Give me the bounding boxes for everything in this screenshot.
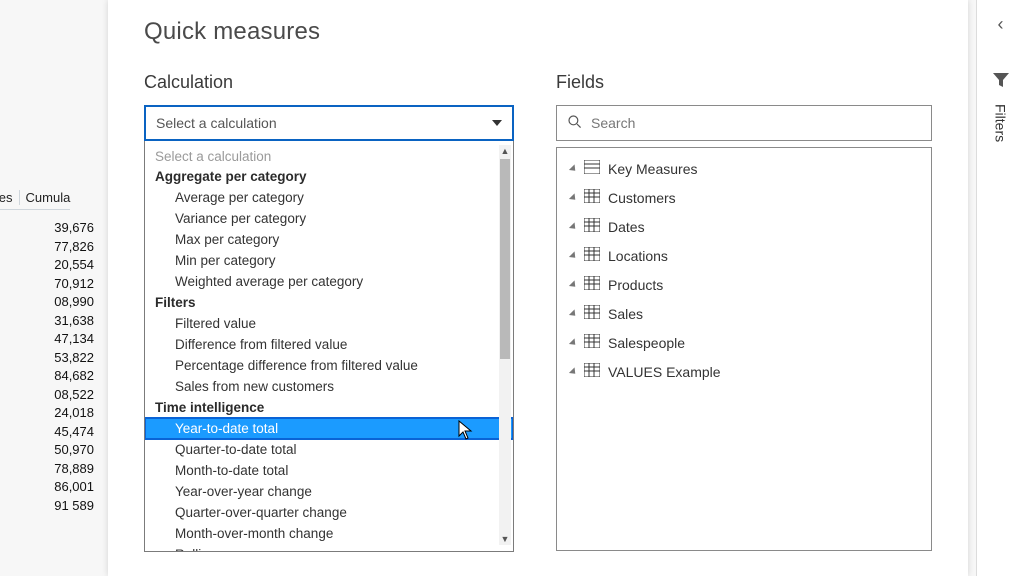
field-label: Locations (608, 248, 668, 264)
field-row-customers[interactable]: Customers (557, 183, 931, 212)
bg-values: 39,676 77,826 20,554 70,912 08,990 31,63… (0, 220, 102, 513)
fields-label: Fields (556, 72, 932, 93)
table-icon (584, 189, 600, 206)
bg-col-cumulative: Cumula (26, 190, 71, 205)
table-icon (584, 276, 600, 293)
field-label: Key Measures (608, 161, 697, 177)
dropdown-group-aggregate: Aggregate per category (145, 166, 513, 187)
bg-col-sales: Sales (0, 190, 20, 205)
chevron-right-icon (569, 309, 578, 318)
fields-column: Fields Search Key Measures (556, 72, 932, 552)
chevron-right-icon (569, 251, 578, 260)
chevron-down-icon (492, 120, 502, 126)
chevron-right-icon (569, 338, 578, 347)
field-label: Salespeople (608, 335, 685, 351)
dropdown-item[interactable]: Year-over-year change (145, 481, 513, 502)
filters-rail-label[interactable]: Filters (993, 104, 1009, 142)
chevron-right-icon (569, 280, 578, 289)
field-label: Dates (608, 219, 645, 235)
table-icon (584, 247, 600, 264)
chevron-right-icon (569, 164, 578, 173)
dropdown-item[interactable]: Min per category (145, 250, 513, 271)
calculation-column: Calculation Select a calculation Select … (144, 72, 514, 552)
filters-rail: ‹ Filters (976, 0, 1024, 576)
expand-rail-button[interactable]: ‹ (998, 14, 1004, 35)
search-placeholder: Search (591, 115, 635, 131)
dropdown-item[interactable]: Difference from filtered value (145, 334, 513, 355)
chevron-right-icon (569, 193, 578, 202)
calculation-label: Calculation (144, 72, 514, 93)
calculation-combo-placeholder: Select a calculation (156, 115, 277, 131)
calculation-combo[interactable]: Select a calculation (144, 105, 514, 141)
chevron-right-icon (569, 367, 578, 376)
filter-icon (992, 71, 1010, 94)
quick-measures-dialog: Quick measures Calculation Select a calc… (108, 0, 968, 576)
table-icon (584, 363, 600, 380)
dropdown-item[interactable]: Rolling average (145, 544, 513, 551)
dropdown-item[interactable]: Sales from new customers (145, 376, 513, 397)
field-label: Customers (608, 190, 676, 206)
dropdown-group-time: Time intelligence (145, 397, 513, 418)
dialog-title: Quick measures (144, 18, 932, 46)
dropdown-item[interactable]: Filtered value (145, 313, 513, 334)
field-row-values-example[interactable]: VALUES Example (557, 357, 931, 386)
field-row-locations[interactable]: Locations (557, 241, 931, 270)
fields-search-input[interactable]: Search (556, 105, 932, 141)
dropdown-scrollbar[interactable]: ▲ ▼ (499, 145, 511, 545)
dropdown-item[interactable]: Quarter-over-quarter change (145, 502, 513, 523)
field-row-dates[interactable]: Dates (557, 212, 931, 241)
dropdown-item[interactable]: Month-over-month change (145, 523, 513, 544)
field-row-key-measures[interactable]: Key Measures (557, 154, 931, 183)
dropdown-item[interactable]: Weighted average per category (145, 271, 513, 292)
table-icon (584, 334, 600, 351)
dropdown-group-filters: Filters (145, 292, 513, 313)
dropdown-item-year-to-date[interactable]: Year-to-date total (145, 418, 513, 439)
calculation-dropdown[interactable]: Select a calculation Aggregate per categ… (144, 141, 514, 552)
dropdown-placeholder[interactable]: Select a calculation (145, 147, 513, 166)
chevron-right-icon (569, 222, 578, 231)
dropdown-item[interactable]: Average per category (145, 187, 513, 208)
scroll-down-icon[interactable]: ▼ (499, 533, 511, 545)
field-row-products[interactable]: Products (557, 270, 931, 299)
dropdown-item[interactable]: Month-to-date total (145, 460, 513, 481)
table-icon (584, 305, 600, 322)
dropdown-item[interactable]: Percentage difference from filtered valu… (145, 355, 513, 376)
dropdown-item[interactable]: Variance per category (145, 208, 513, 229)
dropdown-item[interactable]: Max per category (145, 229, 513, 250)
scroll-thumb[interactable] (500, 159, 510, 359)
field-label: Sales (608, 306, 643, 322)
scroll-up-icon[interactable]: ▲ (499, 145, 511, 157)
search-icon (567, 114, 583, 133)
field-label: Products (608, 277, 663, 293)
background-data-table: Sales Cumula 39,676 77,826 20,554 70,912… (0, 200, 102, 513)
table-icon (584, 160, 600, 177)
fields-tree: Key Measures Customers Dates (556, 147, 932, 551)
field-row-sales[interactable]: Sales (557, 299, 931, 328)
field-label: VALUES Example (608, 364, 721, 380)
field-row-salespeople[interactable]: Salespeople (557, 328, 931, 357)
dropdown-item[interactable]: Quarter-to-date total (145, 439, 513, 460)
table-icon (584, 218, 600, 235)
